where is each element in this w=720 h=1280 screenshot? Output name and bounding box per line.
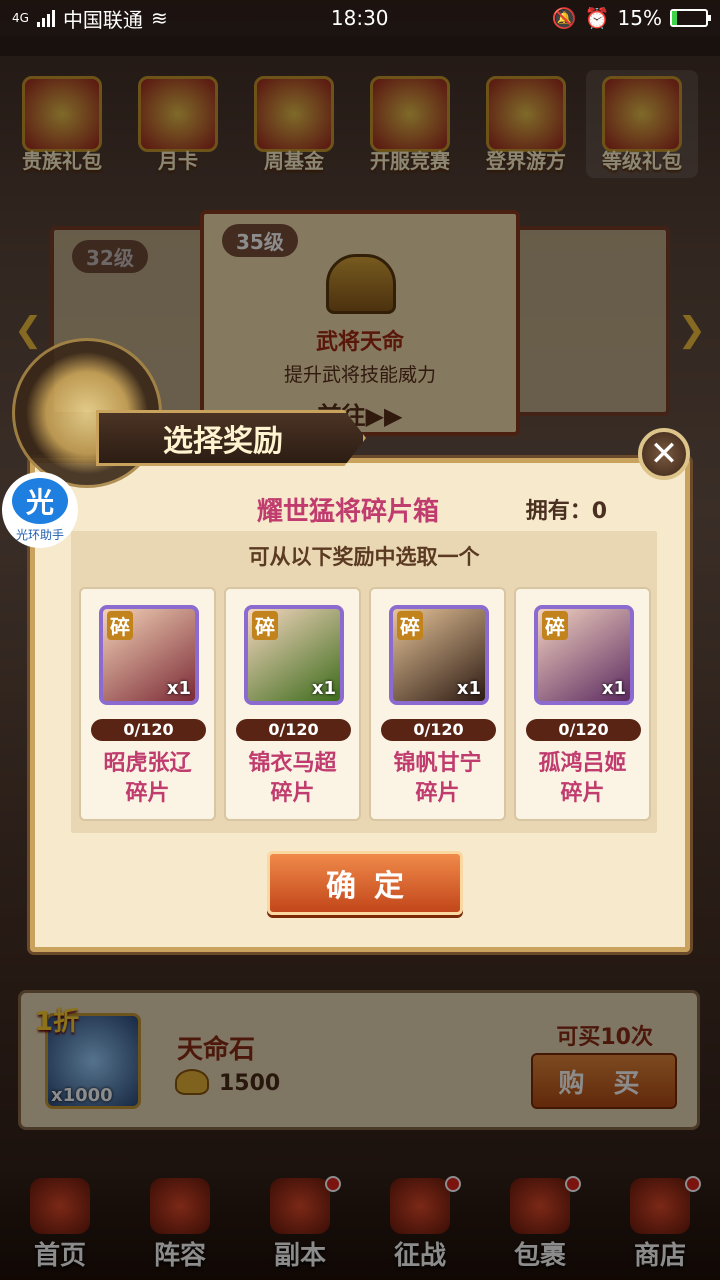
reward-card-lvji[interactable]: 碎 x1 0/120 孤鸿吕姬 碎片: [514, 587, 651, 821]
fragment-name: 昭虎张辽 碎片: [103, 751, 192, 806]
hero-portrait: 碎 x1: [244, 605, 344, 705]
fragment-badge: 碎: [397, 611, 423, 640]
hero-portrait: 碎 x1: [389, 605, 489, 705]
reward-cards: 碎 x1 0/120 昭虎张辽 碎片 碎 x1 0/120 锦衣马超 碎片 碎 x1: [79, 587, 651, 821]
fragment-progress: 0/120: [236, 719, 351, 741]
helper-assistant-button[interactable]: 光 光环助手: [2, 472, 78, 548]
helper-logo: 光: [12, 477, 68, 524]
alarm-icon: ⏰: [584, 6, 610, 30]
owned-count: 拥有：0: [525, 499, 607, 524]
status-bar: 4G 中国联通 ≋ 18:30 🔕 ⏰ 15%: [0, 0, 720, 36]
fragment-badge: 碎: [252, 611, 278, 640]
fragment-name: 锦帆甘宁 碎片: [393, 751, 482, 806]
reward-card-zhangliao[interactable]: 碎 x1 0/120 昭虎张辽 碎片: [79, 587, 216, 821]
fragment-progress: 0/120: [526, 719, 641, 741]
fragment-qty: x1: [601, 678, 626, 699]
modal-title: 选择奖励: [96, 410, 366, 466]
fragment-box-name: 耀世猛将碎片箱: [257, 497, 440, 527]
network-type: 4G: [12, 11, 29, 25]
battery-fill: [671, 11, 678, 25]
battery-percent: 15%: [617, 6, 662, 30]
wifi-icon: ≋: [150, 6, 168, 30]
clock: 18:30: [330, 6, 389, 30]
confirm-button[interactable]: 确定: [267, 851, 463, 915]
choose-hint: 可从以下奖励中选取一个: [248, 545, 480, 569]
fragment-badge: 碎: [107, 611, 133, 640]
mute-icon: 🔕: [551, 6, 577, 30]
reward-panel: 可从以下奖励中选取一个 碎 x1 0/120 昭虎张辽 碎片 碎 x1 0/120…: [71, 531, 657, 833]
fragment-progress: 0/120: [381, 719, 496, 741]
hero-portrait: 碎 x1: [99, 605, 199, 705]
helper-label: 光环助手: [15, 527, 64, 542]
choose-reward-dialog: 耀世猛将碎片箱 拥有：0 可从以下奖励中选取一个 碎 x1 0/120 昭虎张辽…: [30, 458, 690, 952]
fragment-name: 锦衣马超 碎片: [248, 751, 337, 806]
fragment-badge: 碎: [542, 611, 568, 640]
signal-icon: [36, 9, 55, 27]
reward-card-machao[interactable]: 碎 x1 0/120 锦衣马超 碎片: [224, 587, 361, 821]
fragment-progress: 0/120: [91, 719, 206, 741]
fragment-qty: x1: [311, 678, 336, 699]
battery-icon: [669, 9, 711, 27]
carrier-name: 中国联通: [62, 7, 143, 32]
fragment-qty: x1: [456, 678, 481, 699]
hero-portrait: 碎 x1: [534, 605, 634, 705]
fragment-qty: x1: [166, 678, 191, 699]
fragment-name: 孤鸿吕姬 碎片: [538, 751, 627, 806]
reward-card-ganning[interactable]: 碎 x1 0/120 锦帆甘宁 碎片: [369, 587, 506, 821]
close-button[interactable]: ✕: [638, 428, 690, 480]
